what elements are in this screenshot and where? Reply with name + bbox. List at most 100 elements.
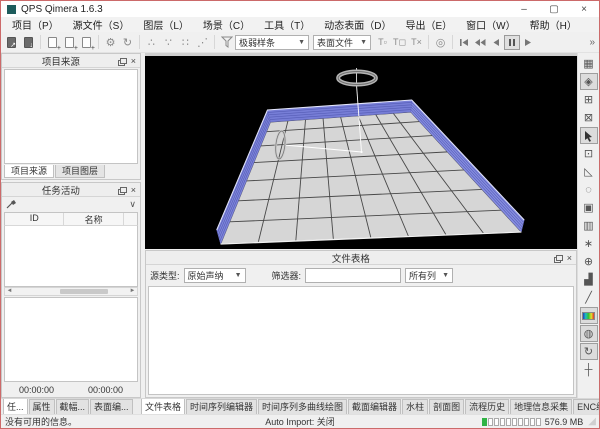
close-panel-icon[interactable]: × bbox=[567, 253, 572, 263]
add-source-file-icon[interactable]: + bbox=[78, 34, 95, 51]
measure-icon[interactable]: ╱ bbox=[580, 289, 598, 306]
file-table-body[interactable] bbox=[148, 286, 574, 395]
columns-select[interactable]: 所有列 ▼ bbox=[405, 268, 453, 283]
toolbar-separator bbox=[452, 35, 453, 49]
dock-tab-0[interactable]: 任... bbox=[3, 398, 28, 414]
bottom-tab-5[interactable]: 剖面图 bbox=[429, 399, 464, 414]
filter-clear-icon[interactable]: T× bbox=[408, 34, 425, 51]
horizontal-scrollbar[interactable]: ◄ ► bbox=[4, 287, 138, 296]
bottom-tab-1[interactable]: 时间序列编辑器 bbox=[186, 399, 257, 414]
toolbar-separator bbox=[40, 35, 41, 49]
slice-icon[interactable]: ▣ bbox=[580, 199, 598, 216]
cursor-icon[interactable] bbox=[580, 127, 598, 144]
task-table-body[interactable] bbox=[4, 225, 138, 287]
menu-item-2[interactable]: 图层（L） bbox=[136, 17, 196, 32]
polygon-select-icon[interactable]: ◺ bbox=[580, 163, 598, 180]
minimize-button[interactable]: – bbox=[509, 1, 539, 17]
splat-icon[interactable]: ∗ bbox=[580, 235, 598, 252]
open-project-icon[interactable]: ↗ bbox=[3, 34, 20, 51]
point-select-icon[interactable]: ⊡ bbox=[580, 145, 598, 162]
grid-icon[interactable]: ▦ bbox=[580, 55, 598, 72]
save-project-icon[interactable]: ↓ bbox=[20, 34, 37, 51]
float-panel-icon[interactable] bbox=[120, 58, 127, 64]
filter-funnel-icon[interactable] bbox=[218, 34, 235, 51]
bottom-tab-6[interactable]: 流程历史 bbox=[465, 399, 509, 414]
add-processed-file-icon[interactable]: + bbox=[61, 34, 78, 51]
clear-jobs-icon[interactable] bbox=[6, 196, 17, 214]
menu-item-3[interactable]: 场景（C） bbox=[196, 17, 257, 32]
scroll-right-icon[interactable]: ► bbox=[128, 288, 137, 294]
menu-item-8[interactable]: 帮助（H） bbox=[523, 17, 584, 32]
close-panel-icon[interactable]: × bbox=[131, 185, 136, 195]
task-detail-area[interactable] bbox=[4, 297, 138, 382]
scroll-left-icon[interactable]: ◄ bbox=[5, 288, 14, 294]
image-icon[interactable]: ▟ bbox=[580, 271, 598, 288]
source-type-select[interactable]: 原始声纳 ▼ bbox=[184, 268, 246, 283]
memory-cell bbox=[506, 418, 511, 426]
menu-bar: 项目（P）源文件（S）图层（L）场景（C）工具（T）动态表面（D）导出（E）窗口… bbox=[1, 17, 599, 32]
menu-item-1[interactable]: 源文件（S） bbox=[66, 17, 137, 32]
layers-icon[interactable]: ◈ bbox=[580, 73, 598, 90]
close-button[interactable]: × bbox=[569, 1, 599, 17]
filter-apply-icon[interactable]: T▫ bbox=[374, 34, 391, 51]
project-sources-tab-0[interactable]: 项目来源 bbox=[4, 165, 54, 178]
globe-icon[interactable]: ⊕ bbox=[580, 253, 598, 270]
gear-search-icon[interactable]: ◎ bbox=[432, 34, 449, 51]
3d-viewport[interactable] bbox=[145, 53, 577, 249]
bottom-tab-2[interactable]: 时间序列多曲线绘图 bbox=[258, 399, 347, 414]
lasso-icon[interactable]: ◌ bbox=[580, 181, 598, 198]
colormap-icon[interactable] bbox=[580, 307, 598, 324]
scrollbar-thumb[interactable] bbox=[60, 289, 108, 294]
zoom-reset-icon[interactable]: ⊠ bbox=[580, 109, 598, 126]
move-icon[interactable]: ┼ bbox=[580, 361, 598, 378]
zoom-window-icon[interactable]: ⊞ bbox=[580, 91, 598, 108]
float-panel-icon[interactable] bbox=[120, 187, 127, 193]
surface-target-select[interactable]: 表面文件 ▼ bbox=[313, 35, 371, 50]
dock-tab-2[interactable]: 截幅... bbox=[56, 399, 90, 414]
menu-item-7[interactable]: 窗口（W） bbox=[459, 17, 522, 32]
maximize-button[interactable]: ▢ bbox=[539, 1, 569, 17]
status-bar: Auto Import: 关闭 没有可用的信息。 576.9 MB ◢ bbox=[1, 414, 599, 428]
step-back-button[interactable] bbox=[488, 35, 504, 50]
chevron-down-icon[interactable]: ∨ bbox=[129, 199, 136, 210]
column-header-name[interactable]: 名称 bbox=[64, 213, 123, 225]
bottom-tab-4[interactable]: 水柱 bbox=[402, 399, 428, 414]
float-panel-icon[interactable] bbox=[556, 255, 563, 261]
project-sources-tab-1[interactable]: 项目图层 bbox=[55, 165, 105, 178]
bottom-tab-3[interactable]: 截面编辑器 bbox=[348, 399, 401, 414]
menu-item-6[interactable]: 导出（E） bbox=[398, 17, 459, 32]
menu-item-5[interactable]: 动态表面（D） bbox=[317, 17, 398, 32]
sphere-icon[interactable]: ◍ bbox=[580, 325, 598, 342]
refresh-icon[interactable]: ↻ bbox=[119, 34, 136, 51]
skip-start-button[interactable] bbox=[456, 35, 472, 50]
filter-box-icon[interactable]: T◻ bbox=[391, 34, 408, 51]
menu-item-4[interactable]: 工具（T） bbox=[257, 17, 317, 32]
process-surface-icon[interactable]: ⋰ bbox=[194, 34, 211, 51]
project-sources-list[interactable] bbox=[4, 69, 138, 164]
filter-input[interactable] bbox=[305, 268, 401, 283]
dock-tab-3[interactable]: 表面编... bbox=[90, 399, 133, 414]
menu-item-0[interactable]: 项目（P） bbox=[5, 17, 66, 32]
bottom-tab-0[interactable]: 文件表格 bbox=[141, 398, 185, 414]
memory-cell bbox=[488, 418, 493, 426]
process-points-icon[interactable]: ∴ bbox=[143, 34, 160, 51]
toolbar-overflow-button[interactable]: » bbox=[589, 37, 597, 48]
remaining-time: 00:00:00 bbox=[88, 385, 123, 395]
pan-view-icon[interactable]: ▥ bbox=[580, 217, 598, 234]
process-lines-icon[interactable]: ∵ bbox=[160, 34, 177, 51]
pause-button[interactable] bbox=[504, 35, 520, 50]
add-raw-sonar-icon[interactable]: + bbox=[44, 34, 61, 51]
filter-profile-select[interactable]: 极弱样条 ▼ bbox=[235, 35, 309, 50]
bottom-tab-7[interactable]: 地理信息采集 bbox=[510, 399, 572, 414]
rewind-button[interactable] bbox=[472, 35, 488, 50]
bottom-tab-8[interactable]: ENC编辑器 bbox=[573, 399, 599, 414]
process-grid-icon[interactable]: ∷ bbox=[177, 34, 194, 51]
memory-usage-text: 576.9 MB bbox=[545, 417, 584, 427]
settings-gear-icon[interactable]: ⚙ bbox=[102, 34, 119, 51]
rotate-icon[interactable]: ↻ bbox=[580, 343, 598, 360]
dock-tab-1[interactable]: 属性 bbox=[29, 399, 55, 414]
close-panel-icon[interactable]: × bbox=[131, 56, 136, 66]
column-header-id[interactable]: ID bbox=[5, 213, 64, 225]
resize-grip-icon[interactable]: ◢ bbox=[588, 416, 597, 427]
play-button[interactable] bbox=[520, 35, 536, 50]
